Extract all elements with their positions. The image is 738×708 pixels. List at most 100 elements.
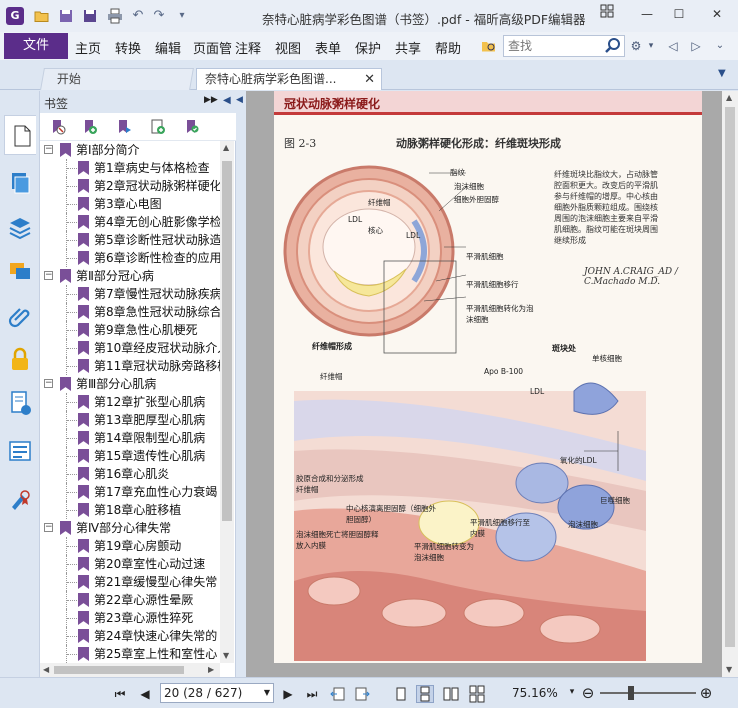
- collapse-toggle-icon[interactable]: −: [44, 523, 53, 532]
- bookmark-part[interactable]: − 第Ⅲ部分心肌病: [40, 375, 220, 393]
- single-page-view-icon[interactable]: [392, 685, 410, 703]
- collapse-panel-icon[interactable]: ◀: [223, 95, 231, 106]
- bookmark-chapter[interactable]: 第2章冠状动脉粥样硬化: [40, 177, 220, 195]
- thumbnails-icon[interactable]: [6, 169, 34, 197]
- signature-pen-icon[interactable]: [6, 485, 34, 513]
- search-folder-icon[interactable]: [481, 38, 497, 54]
- collapse-toggle-icon[interactable]: −: [44, 145, 53, 154]
- bookmark-chapter[interactable]: 第15章遗传性心肌病: [40, 447, 220, 465]
- bookmark-scroll-thumb[interactable]: [222, 161, 232, 521]
- menu-home[interactable]: 主页: [75, 38, 101, 57]
- print-icon[interactable]: [107, 8, 123, 24]
- grid-view-icon[interactable]: [596, 4, 618, 24]
- layers-icon[interactable]: [6, 213, 34, 241]
- zoom-in-icon[interactable]: ⊕: [698, 685, 714, 701]
- security-lock-icon[interactable]: [6, 345, 34, 373]
- first-page-icon[interactable]: ⏮: [112, 686, 128, 702]
- menu-protect[interactable]: 保护: [355, 38, 381, 57]
- bookmark-chapter[interactable]: 第14章限制型心肌病: [40, 429, 220, 447]
- page-dropdown-icon[interactable]: ▼: [264, 684, 270, 702]
- bookmark-chapter[interactable]: 第25章室上性和室性心: [40, 645, 220, 663]
- find-bookmark-icon[interactable]: [184, 119, 200, 135]
- tab-document[interactable]: 奈特心脏病学彩色图谱... ✕: [196, 68, 382, 90]
- bookmark-chapter[interactable]: 第23章心源性猝死: [40, 609, 220, 627]
- next-view-icon[interactable]: ▷: [688, 38, 704, 54]
- bookmark-chapter[interactable]: 第22章心源性晕厥: [40, 591, 220, 609]
- bookmark-chapter[interactable]: 第6章诊断性检查的应用: [40, 249, 220, 267]
- menu-convert[interactable]: 转换: [115, 38, 141, 57]
- bookmark-chapter[interactable]: 第18章心脏移植: [40, 501, 220, 519]
- undo-icon[interactable]: ↶: [130, 8, 146, 24]
- zoom-slider-thumb[interactable]: [628, 686, 634, 700]
- comments-icon[interactable]: [6, 257, 34, 285]
- collapse-toggle-icon[interactable]: −: [44, 379, 53, 388]
- search-field[interactable]: [503, 35, 625, 57]
- close-button[interactable]: ✕: [706, 4, 728, 24]
- bookmark-chapter[interactable]: 第24章快速心律失常的: [40, 627, 220, 645]
- previous-page-icon[interactable]: ◀: [137, 686, 153, 702]
- previous-view-status-icon[interactable]: [330, 686, 346, 702]
- bookmark-part[interactable]: − 第Ⅳ部分心律失常: [40, 519, 220, 537]
- maximize-button[interactable]: ☐: [668, 4, 690, 24]
- add-child-bookmark-icon[interactable]: [116, 119, 132, 135]
- bookmark-chapter[interactable]: 第13章肥厚型心肌病: [40, 411, 220, 429]
- bookmark-chapter[interactable]: 第10章经皮冠状动脉介入: [40, 339, 220, 357]
- add-bookmark-icon[interactable]: [82, 119, 98, 135]
- bookmark-horizontal-scrollbar[interactable]: ◀ ▶: [40, 663, 220, 677]
- continuous-view-icon[interactable]: [416, 685, 434, 703]
- new-bookmark-from-structure-icon[interactable]: [150, 119, 166, 135]
- collapse-ribbon-icon[interactable]: ⌄: [712, 38, 728, 54]
- bookmarks-panel-icon[interactable]: [4, 115, 36, 155]
- attachments-icon[interactable]: [6, 301, 34, 329]
- previous-view-icon[interactable]: ◁: [665, 38, 681, 54]
- last-page-icon[interactable]: ⏭: [304, 686, 320, 702]
- tab-list-dropdown-icon[interactable]: ▼: [718, 68, 726, 79]
- settings-gear-icon[interactable]: ⚙: [628, 38, 644, 54]
- page-number-field[interactable]: 20 (28 / 627) ▼: [160, 683, 274, 703]
- document-scroll-thumb[interactable]: [725, 107, 735, 647]
- bookmark-chapter[interactable]: 第21章缓慢型心律失常: [40, 573, 220, 591]
- save-as-icon[interactable]: [82, 8, 98, 24]
- minimize-button[interactable]: —: [636, 4, 658, 24]
- zoom-level[interactable]: 75.16%: [512, 686, 558, 700]
- bookmark-chapter[interactable]: 第4章无创心脏影像学检查: [40, 213, 220, 231]
- tab-start[interactable]: 开始: [40, 68, 194, 90]
- bookmark-chapter[interactable]: 第12章扩张型心肌病: [40, 393, 220, 411]
- pdf-page[interactable]: 冠状动脉粥样硬化 图 2-3 动脉粥样硬化形成：纤维斑块形成 纤维斑块比脂纹大，…: [274, 91, 702, 663]
- facing-view-icon[interactable]: [442, 685, 460, 703]
- bookmark-chapter[interactable]: 第11章冠状动脉旁路移植: [40, 357, 220, 375]
- splitter-arrow-icon[interactable]: ◀: [236, 95, 243, 105]
- menu-page-manage[interactable]: 页面管: [193, 38, 233, 57]
- next-view-status-icon[interactable]: [354, 686, 370, 702]
- form-fields-icon[interactable]: [6, 437, 34, 465]
- quick-access-dropdown-icon[interactable]: ▾: [174, 8, 190, 24]
- bookmark-chapter[interactable]: 第8章急性冠状动脉综合征: [40, 303, 220, 321]
- next-page-icon[interactable]: ▶: [280, 686, 296, 702]
- panel-splitter[interactable]: ◀: [236, 91, 246, 677]
- menu-share[interactable]: 共享: [395, 38, 421, 57]
- close-tab-icon[interactable]: ✕: [364, 69, 375, 90]
- zoom-slider-track[interactable]: [600, 692, 696, 694]
- collapse-toggle-icon[interactable]: −: [44, 271, 53, 280]
- bookmark-part[interactable]: − 第Ⅱ部分冠心病: [40, 267, 220, 285]
- continuous-facing-view-icon[interactable]: [468, 685, 486, 703]
- zoom-out-icon[interactable]: ⊖: [580, 685, 596, 701]
- bookmark-chapter[interactable]: 第17章充血性心力衰竭: [40, 483, 220, 501]
- open-folder-icon[interactable]: [34, 8, 50, 24]
- bookmark-chapter[interactable]: 第5章诊断性冠状动脉造影: [40, 231, 220, 249]
- bookmark-chapter[interactable]: 第20章室性心动过速: [40, 555, 220, 573]
- delete-bookmark-icon[interactable]: [50, 119, 66, 135]
- bookmark-chapter[interactable]: 第1章病史与体格检查: [40, 159, 220, 177]
- file-menu-button[interactable]: 文件: [4, 33, 68, 59]
- app-logo-icon[interactable]: G: [6, 7, 24, 25]
- save-icon[interactable]: [58, 8, 74, 24]
- menu-edit[interactable]: 编辑: [155, 38, 181, 57]
- settings-dropdown-icon[interactable]: ▾: [643, 38, 659, 54]
- bookmark-chapter[interactable]: 第16章心肌炎: [40, 465, 220, 483]
- bookmark-chapter[interactable]: 第3章心电图: [40, 195, 220, 213]
- redo-icon[interactable]: ↷: [151, 8, 167, 24]
- page-properties-icon[interactable]: [6, 389, 34, 417]
- bookmark-hscroll-thumb[interactable]: [54, 666, 184, 674]
- panel-options-icon[interactable]: ▶▶: [204, 95, 218, 105]
- zoom-dropdown-icon[interactable]: ▾: [564, 684, 580, 700]
